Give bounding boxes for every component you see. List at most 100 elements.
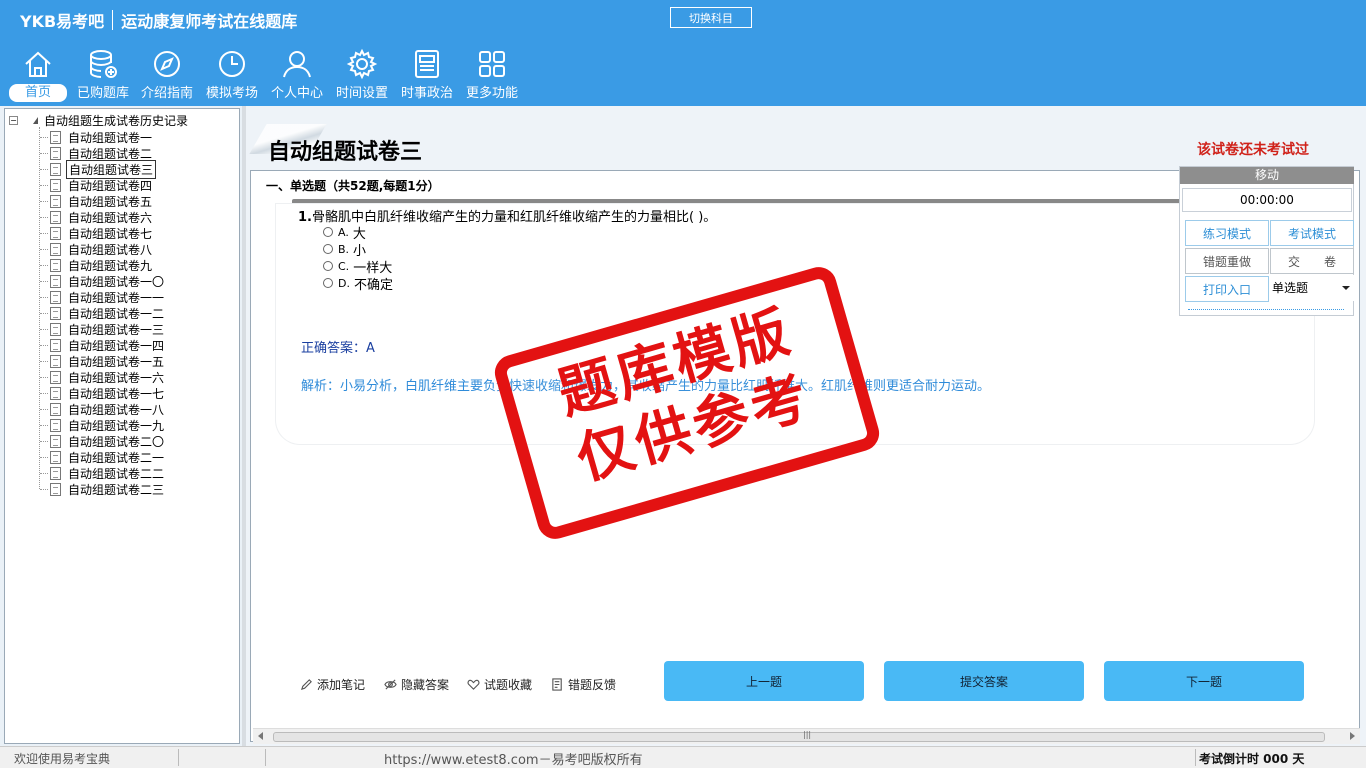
tree-root[interactable]: − 自动组题生成试卷历史记录 [9,112,188,129]
option-c[interactable]: C. 一样大 [323,258,392,276]
tree-item-label: 自动组题试卷四 [68,178,153,193]
radio-c[interactable] [323,261,333,271]
switch-subject-button[interactable]: 切换科目 [670,7,752,28]
tree-item[interactable]: 自动组题试卷一〇 [40,273,166,289]
tree-item-label: 自动组题试卷一 [68,130,153,145]
logo: YKB易考吧 [20,12,105,31]
question-type-value: 单选题 [1272,281,1309,295]
option-a[interactable]: A. 大 [323,224,366,242]
nav-time-label: 时间设置 [335,86,388,101]
tree-connector [40,168,48,170]
scroll-thumb[interactable] [273,732,1325,742]
tree-item[interactable]: 自动组题试卷一四 [40,337,166,353]
nav-more-label: 更多功能 [465,86,518,101]
tree-item[interactable]: 自动组题试卷二一 [40,449,166,465]
tree-connector [40,136,48,138]
document-icon [50,322,61,336]
nav-home[interactable]: 首页 [7,48,69,104]
tree-connector [40,328,48,330]
redo-wrong-button[interactable]: 错题重做 [1185,248,1269,274]
tree-item[interactable]: 自动组题试卷七 [40,225,154,241]
next-question-button[interactable]: 下一题 [1104,661,1304,701]
radio-b[interactable] [323,244,333,254]
nav-more[interactable]: 更多功能 [461,48,523,104]
tree-item[interactable]: 自动组题试卷二二 [40,465,166,481]
nav-current-affairs[interactable]: 时事政治 [396,48,458,104]
nav-purchased-bank[interactable]: 已购题库 [72,48,134,104]
option-d-key: D. [338,276,350,290]
document-icon [50,418,61,432]
option-d[interactable]: D. 不确定 [323,275,393,293]
folder-triangle-icon [33,117,38,124]
document-icon [50,290,61,304]
hide-answer-button[interactable]: 隐藏答案 [384,676,449,693]
tree-item[interactable]: 自动组题试卷二〇 [40,433,166,449]
tree-connector [40,184,48,186]
radio-d[interactable] [323,278,333,288]
nav-guide[interactable]: 介绍指南 [136,48,198,104]
exam-timer: 00:00:00 [1182,188,1352,212]
print-button[interactable]: 打印入口 [1185,276,1269,302]
nav-mock-label: 模拟考场 [205,86,258,101]
tree-item[interactable]: 自动组题试卷一二 [40,305,166,321]
tree-item-label: 自动组题试卷五 [68,194,153,209]
pencil-icon [300,679,312,691]
document-icon [50,402,61,416]
exam-countdown: 考试倒计时 000 天 [1199,752,1305,766]
tree-item[interactable]: 自动组题试卷一三 [40,321,166,337]
option-d-text: 不确定 [353,277,393,293]
tree-connector [40,200,48,202]
tree-connector [40,376,48,378]
question-type-select[interactable]: 单选题 [1270,275,1354,301]
horizontal-scrollbar[interactable]: ||| [253,728,1360,744]
document-icon [50,274,61,288]
document-icon [50,338,61,352]
nav-personal[interactable]: 个人中心 [266,48,328,104]
tree-item[interactable]: 自动组题试卷一九 [40,417,166,433]
document-icon [50,370,61,384]
feedback-icon [552,678,562,691]
tree-item[interactable]: 自动组题试卷一七 [40,385,166,401]
prev-question-button[interactable]: 上一题 [664,661,864,701]
document-icon [50,386,61,400]
scroll-right-icon[interactable] [1350,732,1355,740]
gear-icon [346,48,378,80]
tree-connector [40,424,48,426]
move-handle[interactable]: 移动 [1180,167,1354,184]
hand-in-button[interactable]: 交 卷 [1270,248,1354,274]
tree-item[interactable]: 自动组题试卷九 [40,257,154,273]
tree-item[interactable]: 自动组题试卷八 [40,241,154,257]
collapse-toggle-icon[interactable]: − [9,116,18,125]
favorite-button[interactable]: 试题收藏 [467,676,532,693]
tree-item[interactable]: 自动组题试卷二三 [40,481,166,497]
tree-connector [40,360,48,362]
error-feedback-button[interactable]: 错题反馈 [551,676,616,693]
tree-item[interactable]: 自动组题试卷一一 [40,289,166,305]
tree-item[interactable]: 自动组题试卷一六 [40,369,166,385]
grid-icon [479,51,505,77]
tree-item[interactable]: 自动组题试卷六 [40,209,154,225]
submit-answer-button[interactable]: 提交答案 [884,661,1084,701]
practice-mode-button[interactable]: 练习模式 [1185,220,1269,246]
tree-item[interactable]: 自动组题试卷五 [40,193,154,209]
nav-mock-exam[interactable]: 模拟考场 [201,48,263,104]
scroll-left-icon[interactable] [258,732,263,740]
option-b[interactable]: B. 小 [323,241,366,259]
tree-item[interactable]: 自动组题试卷四 [40,177,154,193]
tree-item[interactable]: 自动组题试卷三 [40,159,157,179]
radio-a[interactable] [323,227,333,237]
tree-item[interactable]: 自动组题试卷一 [40,129,154,145]
scroll-grip-icon: ||| [803,730,812,739]
tree-connector [40,456,48,458]
add-note-button[interactable]: 添加笔记 [300,676,365,693]
tree-item-label: 自动组题试卷七 [68,226,153,241]
tree-item[interactable]: 自动组题试卷一五 [40,353,166,369]
document-icon [50,162,61,176]
tree-item-label: 自动组题试卷六 [68,210,153,225]
exam-status-text: 该试卷还未考试过 [1197,142,1309,158]
nav-time-settings[interactable]: 时间设置 [331,48,393,104]
document-icon [50,194,61,208]
status-separator [178,749,179,766]
exam-mode-button[interactable]: 考试模式 [1270,220,1354,246]
tree-item[interactable]: 自动组题试卷一八 [40,401,166,417]
